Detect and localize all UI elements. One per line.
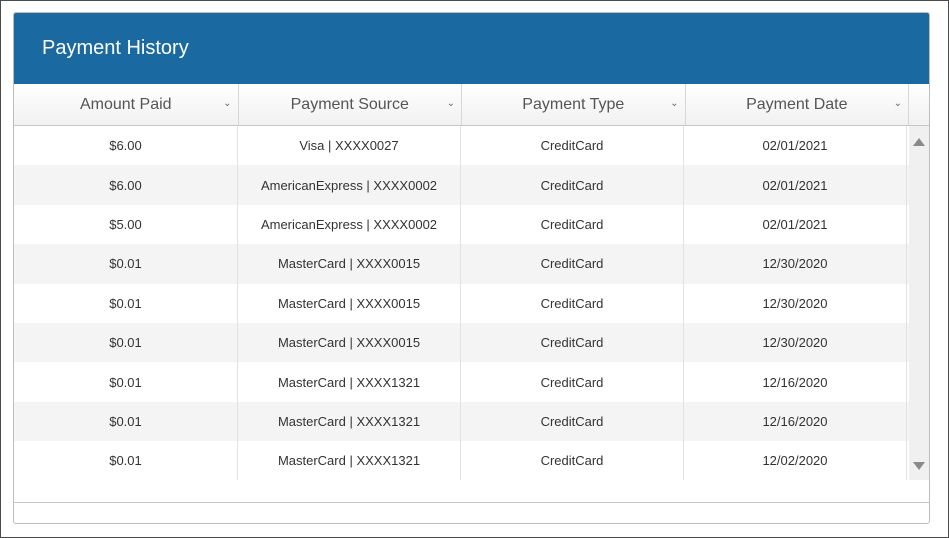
payment-type-cell: CreditCard xyxy=(461,165,684,205)
panel-title: Payment History xyxy=(42,37,189,59)
payment-type-cell: CreditCard xyxy=(461,244,684,284)
payment-date-cell: 02/01/2021 xyxy=(684,126,907,166)
table-row[interactable]: $0.01 MasterCard | XXXX1321 CreditCard 12/1… xyxy=(14,362,909,402)
payment-date-cell: 12/30/2020 xyxy=(684,244,907,284)
table-row[interactable]: $0.01 MasterCard | XXXX0015 CreditCard 12/3… xyxy=(14,244,909,284)
header-scroll-spacer xyxy=(909,84,929,125)
column-header-label: Amount Paid xyxy=(79,95,172,113)
window-frame: Payment History Amount Paid ⌄ Payment So… xyxy=(0,0,949,538)
amount-paid-cell: $0.01 xyxy=(14,244,238,284)
payment-source-cell: MasterCard | XXXX0015 xyxy=(238,322,461,363)
payment-date-cell: 12/30/2020 xyxy=(684,283,907,323)
payment-type-cell: CreditCard xyxy=(461,441,684,480)
grid-header: Amount Paid ⌄ Payment Source ⌄ Payment T… xyxy=(14,84,929,126)
amount-paid-cell: $0.01 xyxy=(14,401,238,442)
payment-source-cell: AmericanExpress | XXXX0002 xyxy=(238,204,461,245)
payment-type-cell: CreditCard xyxy=(461,204,684,245)
grid-rows: $6.00 Visa | XXXX0027 CreditCard 02/01/2021… xyxy=(14,126,909,480)
column-header-payment-source[interactable]: Payment Source ⌄ xyxy=(239,84,463,125)
payment-date-cell: 12/30/2020 xyxy=(684,322,907,363)
amount-paid-cell: $6.00 xyxy=(14,126,238,166)
amount-paid-cell: $6.00 xyxy=(14,165,238,205)
triangle-down-icon[interactable] xyxy=(913,462,925,470)
payment-type-cell: CreditCard xyxy=(461,126,684,166)
grid-footer-divider xyxy=(14,502,929,503)
payment-date-cell: 02/01/2021 xyxy=(684,165,907,205)
amount-paid-cell: $0.01 xyxy=(14,441,238,480)
table-row[interactable]: $0.01 MasterCard | XXXX1321 CreditCard 12/1… xyxy=(14,401,909,442)
grid-body: $6.00 Visa | XXXX0027 CreditCard 02/01/2021… xyxy=(14,126,929,480)
amount-paid-cell: $0.01 xyxy=(14,362,238,402)
chevron-down-icon[interactable]: ⌄ xyxy=(894,98,902,109)
triangle-up-icon[interactable] xyxy=(913,138,925,146)
table-row[interactable]: $0.01 MasterCard | XXXX0015 CreditCard 12/3… xyxy=(14,283,909,323)
amount-paid-cell: $0.01 xyxy=(14,283,238,323)
panel-header: Payment History xyxy=(14,13,929,84)
amount-paid-cell: $5.00 xyxy=(14,204,238,245)
table-row[interactable]: $6.00 Visa | XXXX0027 CreditCard 02/01/2021 xyxy=(14,126,909,166)
payment-type-cell: CreditCard xyxy=(461,322,684,363)
column-header-payment-type[interactable]: Payment Type ⌄ xyxy=(462,84,686,125)
column-header-label: Payment Date xyxy=(746,95,848,113)
column-header-amount-paid[interactable]: Amount Paid ⌄ xyxy=(14,84,239,125)
payment-source-cell: Visa | XXXX0027 xyxy=(238,126,461,166)
payment-source-cell: MasterCard | XXXX0015 xyxy=(238,244,461,284)
payment-type-cell: CreditCard xyxy=(461,283,684,323)
table-row[interactable]: $5.00 AmericanExpress | XXXX0002 CreditCar… xyxy=(14,204,909,245)
payment-date-cell: 12/02/2020 xyxy=(684,441,907,480)
payment-type-cell: CreditCard xyxy=(461,362,684,402)
payment-date-cell: 02/01/2021 xyxy=(684,204,907,245)
chevron-down-icon[interactable]: ⌄ xyxy=(670,98,678,109)
payment-source-cell: MasterCard | XXXX1321 xyxy=(238,401,461,442)
column-header-payment-date[interactable]: Payment Date ⌄ xyxy=(686,84,910,125)
table-row[interactable]: $0.01 MasterCard | XXXX0015 CreditCard 12/3… xyxy=(14,322,909,363)
payment-history-panel: Payment History Amount Paid ⌄ Payment So… xyxy=(13,12,930,524)
payment-source-cell: AmericanExpress | XXXX0002 xyxy=(238,165,461,205)
chevron-down-icon[interactable]: ⌄ xyxy=(447,98,455,109)
column-header-label: Payment Type xyxy=(522,95,625,113)
payment-source-cell: MasterCard | XXXX1321 xyxy=(238,362,461,402)
payment-source-cell: MasterCard | XXXX1321 xyxy=(238,441,461,480)
payment-type-cell: CreditCard xyxy=(461,401,684,442)
vertical-scrollbar[interactable] xyxy=(909,126,929,480)
amount-paid-cell: $0.01 xyxy=(14,322,238,363)
payment-date-cell: 12/16/2020 xyxy=(684,401,907,442)
table-row[interactable]: $0.01 MasterCard | XXXX1321 CreditCard 12/0… xyxy=(14,441,909,480)
payment-date-cell: 12/16/2020 xyxy=(684,362,907,402)
table-row[interactable]: $6.00 AmericanExpress | XXXX0002 CreditCar… xyxy=(14,165,909,205)
payment-source-cell: MasterCard | XXXX0015 xyxy=(238,283,461,323)
column-header-label: Payment Source xyxy=(290,95,409,113)
chevron-down-icon[interactable]: ⌄ xyxy=(223,98,231,109)
